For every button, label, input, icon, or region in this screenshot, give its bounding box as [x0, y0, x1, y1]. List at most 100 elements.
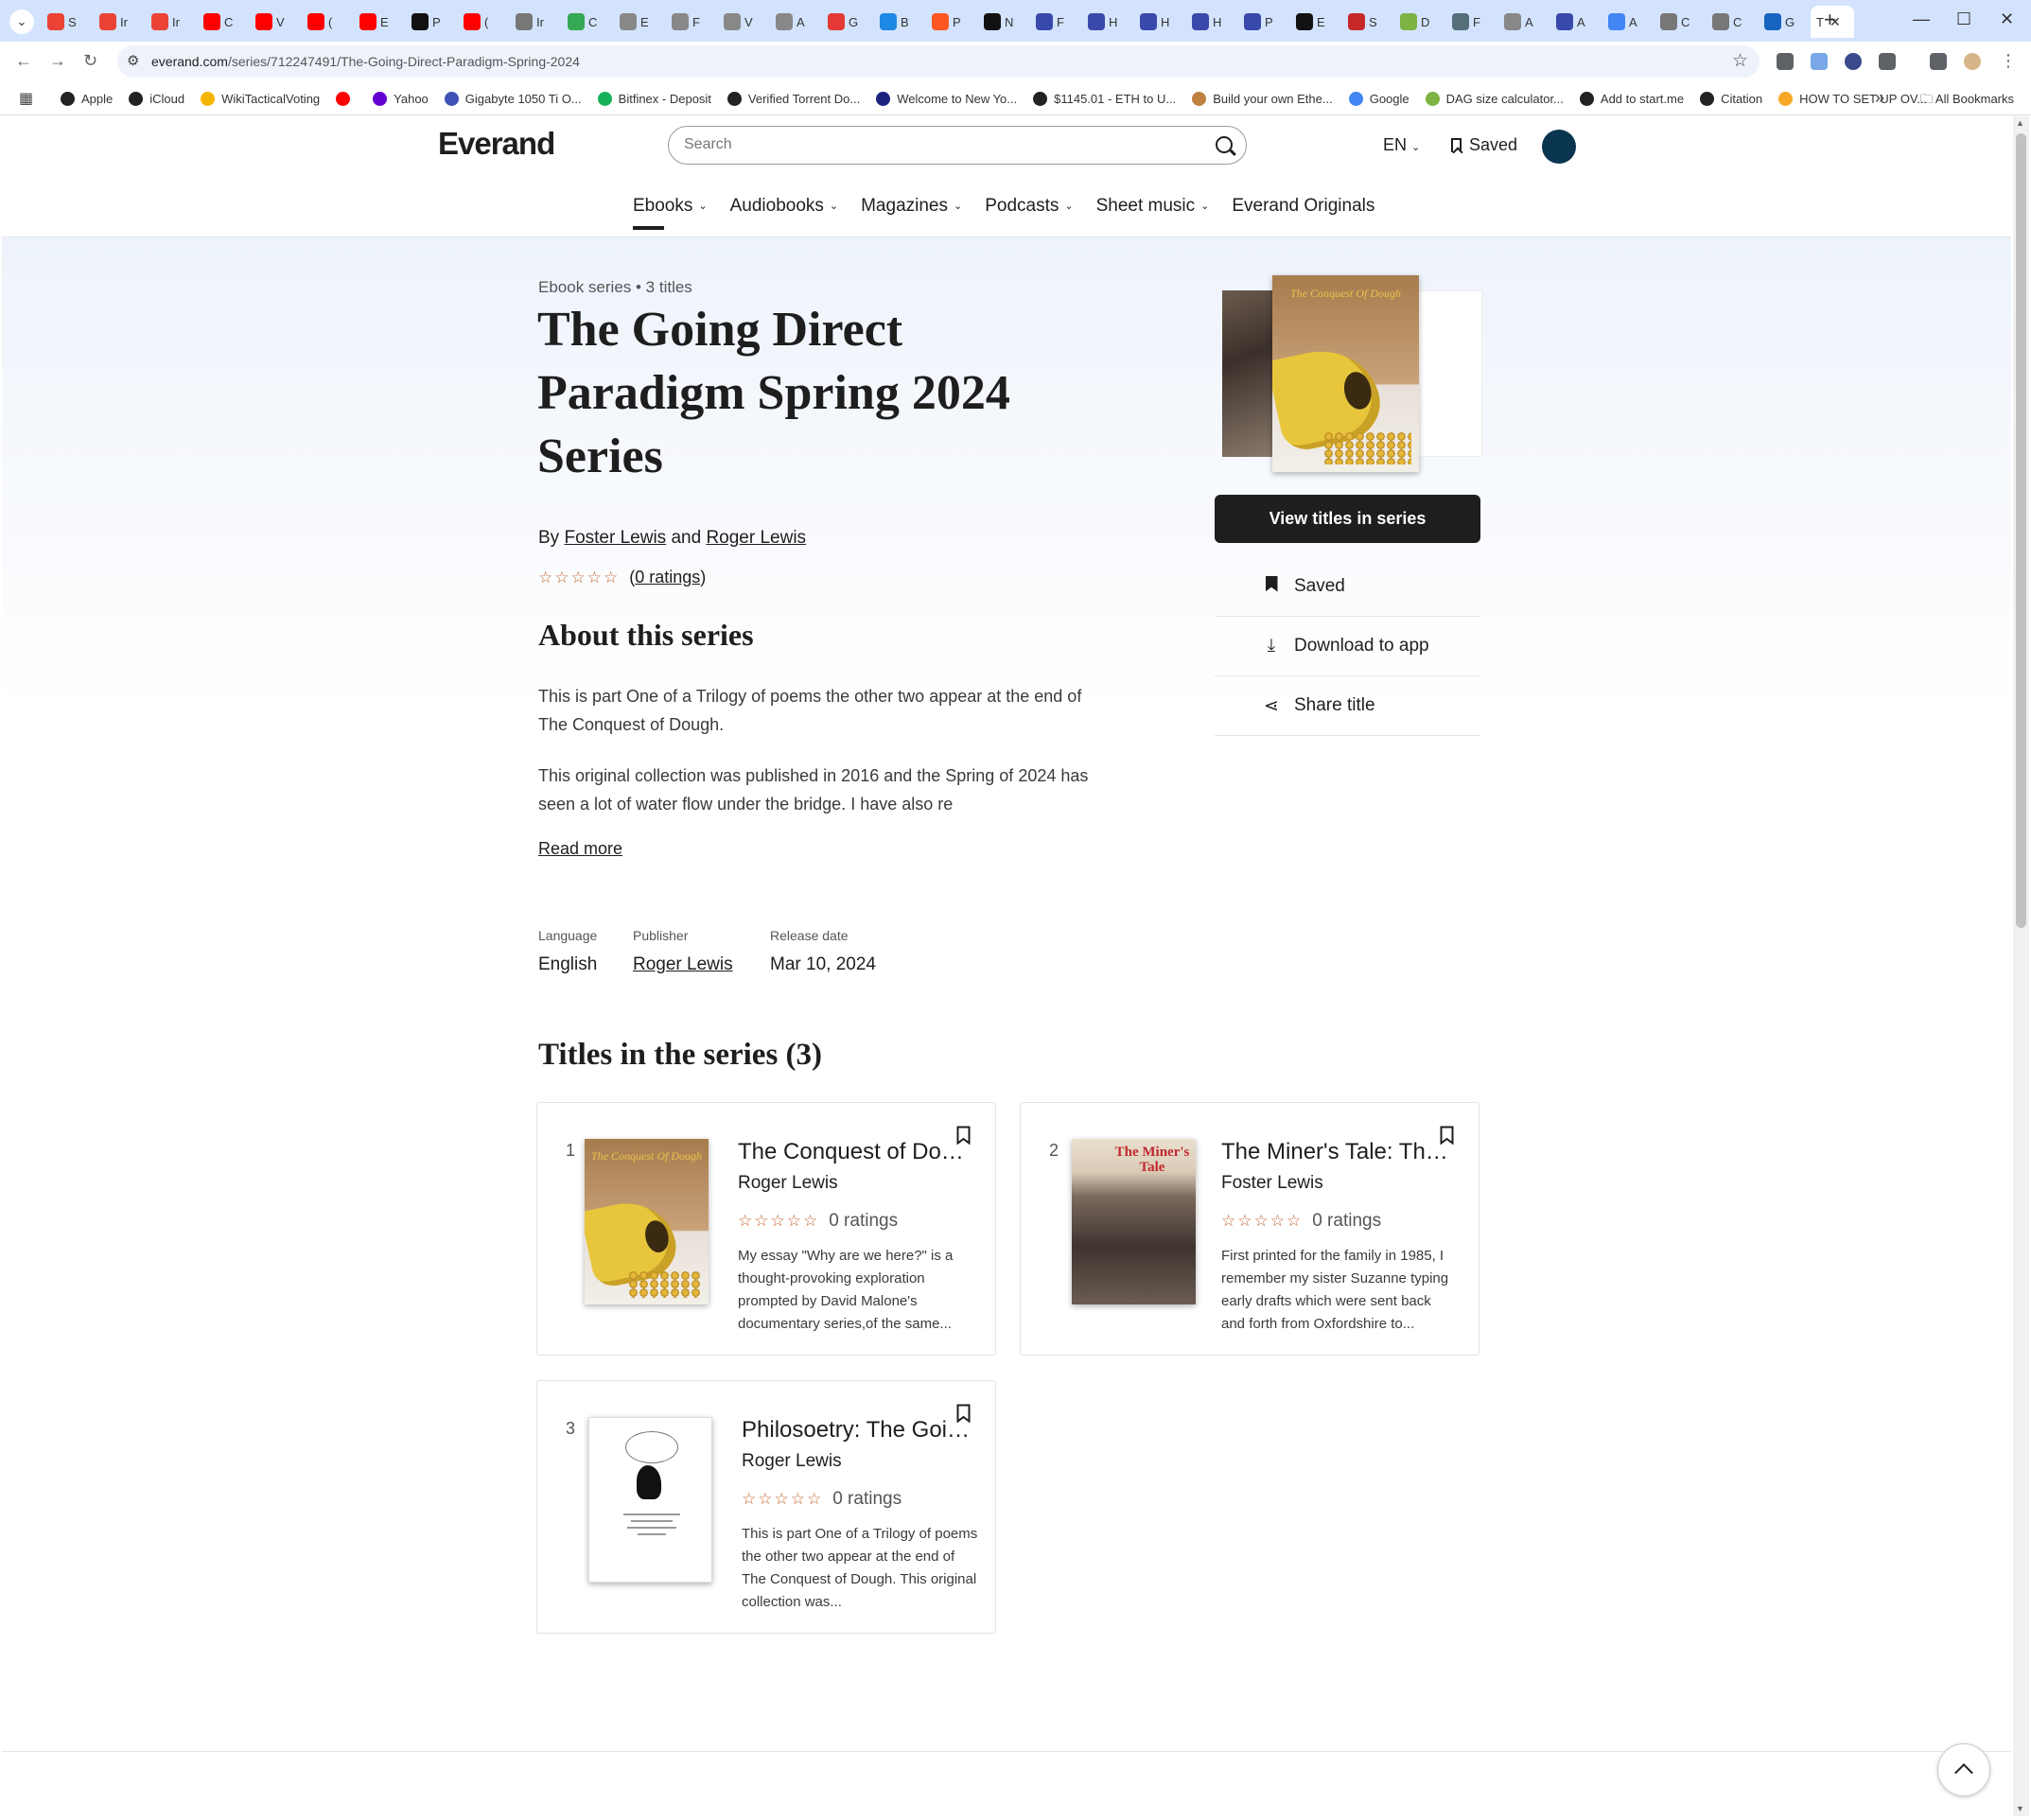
- browser-tab[interactable]: Ir: [146, 6, 198, 38]
- browser-tab[interactable]: P: [1238, 6, 1290, 38]
- browser-tab[interactable]: H: [1134, 6, 1186, 38]
- title-card[interactable]: 2 The Miner's Tale The Miner's Tale: The…: [1020, 1102, 1479, 1356]
- extension-icon[interactable]: [1777, 53, 1794, 70]
- close-window-icon[interactable]: ✕: [2000, 9, 2014, 29]
- browser-tab[interactable]: B: [874, 6, 926, 38]
- search-icon[interactable]: [1216, 136, 1233, 153]
- browser-tab[interactable]: E: [354, 6, 406, 38]
- url-text[interactable]: everand.com/series/712247491/The-Going-D…: [151, 54, 580, 69]
- site-settings-icon[interactable]: ⚙: [127, 52, 139, 69]
- author-link[interactable]: Foster Lewis: [1221, 1173, 1323, 1194]
- browser-tab[interactable]: E: [614, 6, 666, 38]
- category-tab-ebooks[interactable]: Ebooks ⌄: [633, 196, 708, 230]
- search-input[interactable]: [684, 134, 1195, 155]
- browser-tab[interactable]: V: [718, 6, 770, 38]
- book-cover[interactable]: The Conquest Of Dough: [585, 1139, 709, 1304]
- title-card[interactable]: 3 Philosoetry: The Going Direct Paradigm…: [536, 1380, 996, 1634]
- media-icon[interactable]: [1930, 53, 1947, 70]
- browser-tab[interactable]: E: [1290, 6, 1342, 38]
- bookmark-item[interactable]: Citation: [1700, 91, 1762, 106]
- bookmark-item[interactable]: Gigabyte 1050 Ti O...: [444, 91, 582, 106]
- minimize-icon[interactable]: —: [1913, 9, 1930, 29]
- browser-tab[interactable]: Ir: [510, 6, 562, 38]
- address-bar[interactable]: ⚙ everand.com/series/712247491/The-Going…: [117, 45, 1760, 78]
- browser-tab[interactable]: F: [666, 6, 718, 38]
- category-tab-magazines[interactable]: Magazines ⌄: [861, 196, 962, 230]
- bookmark-item[interactable]: Verified Torrent Do...: [727, 91, 860, 106]
- bookmark-item[interactable]: Add to start.me: [1579, 91, 1684, 106]
- author-link-roger-lewis[interactable]: Roger Lewis: [706, 528, 806, 548]
- browser-tab[interactable]: A: [1602, 6, 1655, 38]
- browser-tab[interactable]: N: [978, 6, 1030, 38]
- language-selector[interactable]: EN ⌄: [1383, 135, 1420, 155]
- profile-avatar[interactable]: [1964, 53, 1981, 70]
- bookmark-item[interactable]: DAG size calculator...: [1425, 91, 1564, 106]
- saved-link[interactable]: Saved: [1451, 135, 1517, 155]
- forward-icon[interactable]: →: [49, 51, 66, 71]
- browser-tab[interactable]: H: [1082, 6, 1134, 38]
- bookmark-item[interactable]: Apple: [61, 91, 113, 106]
- search-box[interactable]: [668, 126, 1247, 165]
- new-tab-button[interactable]: +: [1824, 8, 1836, 32]
- extensions-puzzle-icon[interactable]: [1879, 53, 1896, 70]
- back-icon[interactable]: ←: [15, 51, 32, 71]
- browser-tab[interactable]: (: [302, 6, 354, 38]
- browser-tab[interactable]: A: [1550, 6, 1602, 38]
- publisher-link[interactable]: Roger Lewis: [633, 954, 733, 975]
- browser-tab[interactable]: S: [42, 6, 94, 38]
- title-card[interactable]: 1 The Conquest Of Dough The Conquest of …: [536, 1102, 996, 1356]
- bookmark-item[interactable]: HOW TO SET UP OV...: [1778, 91, 1927, 106]
- bookmark-item[interactable]: iCloud: [129, 91, 184, 106]
- bookmark-item[interactable]: Bitfinex - Deposit: [597, 91, 711, 106]
- browser-tab[interactable]: F: [1030, 6, 1082, 38]
- share-button[interactable]: ⋖ Share title: [1215, 676, 1480, 736]
- title-link[interactable]: The Miner's Tale: The Story of a Family: [1221, 1139, 1458, 1165]
- apps-grid-icon[interactable]: ▦: [19, 89, 33, 108]
- user-avatar[interactable]: [1542, 130, 1576, 164]
- maximize-icon[interactable]: ☐: [1956, 9, 1971, 29]
- bookmark-item[interactable]: [336, 91, 357, 106]
- browser-tab[interactable]: A: [770, 6, 822, 38]
- book-cover[interactable]: [588, 1417, 712, 1583]
- bookmark-item[interactable]: Yahoo: [373, 91, 429, 106]
- author-link[interactable]: Roger Lewis: [742, 1451, 842, 1472]
- browser-tab[interactable]: (: [458, 6, 510, 38]
- bookmark-item[interactable]: Build your own Ethe...: [1192, 91, 1333, 106]
- read-more-link[interactable]: Read more: [538, 839, 622, 859]
- browser-menu-icon[interactable]: ⋮: [2000, 51, 2017, 71]
- browser-tab[interactable]: V: [250, 6, 302, 38]
- bookmark-star-icon[interactable]: ☆: [1732, 50, 1748, 72]
- bookmark-item[interactable]: Welcome to New Yo...: [876, 91, 1017, 106]
- saved-button[interactable]: Saved: [1215, 557, 1480, 617]
- back-to-top-button[interactable]: [1937, 1743, 1990, 1796]
- browser-tab[interactable]: D: [1394, 6, 1446, 38]
- scroll-down-icon[interactable]: ▼: [2016, 1804, 2024, 1813]
- browser-tab[interactable]: C: [562, 6, 614, 38]
- ratings-link[interactable]: 0 ratings: [635, 568, 700, 586]
- page-scrollbar[interactable]: ▲ ▼: [2013, 116, 2029, 1816]
- browser-tab[interactable]: G: [822, 6, 874, 38]
- category-tab-podcasts[interactable]: Podcasts ⌄: [985, 196, 1073, 230]
- everand-logo[interactable]: Everand: [438, 126, 555, 162]
- scroll-up-icon[interactable]: ▲: [2016, 118, 2024, 128]
- browser-tab[interactable]: P: [406, 6, 458, 38]
- title-link[interactable]: The Conquest of Dough: Essays on Economi…: [738, 1139, 974, 1165]
- category-tab-sheet-music[interactable]: Sheet music ⌄: [1096, 196, 1210, 230]
- view-titles-button[interactable]: View titles in series: [1215, 495, 1480, 543]
- more-bookmarks-icon[interactable]: »: [1875, 88, 1884, 108]
- book-cover[interactable]: The Miner's Tale: [1072, 1139, 1196, 1304]
- browser-tab[interactable]: S: [1342, 6, 1394, 38]
- browser-tab[interactable]: H: [1186, 6, 1238, 38]
- browser-tab[interactable]: C: [1655, 6, 1707, 38]
- author-link-foster-lewis[interactable]: Foster Lewis: [564, 528, 666, 548]
- bookmark-item[interactable]: Google: [1348, 91, 1409, 106]
- browser-tab[interactable]: F: [1446, 6, 1498, 38]
- browser-tab[interactable]: C: [198, 6, 250, 38]
- scroll-thumb[interactable]: [2016, 133, 2026, 928]
- title-link[interactable]: Philosoetry: The Going Direct Paradigm: [742, 1417, 978, 1444]
- extension-icon[interactable]: [1845, 53, 1862, 70]
- all-bookmarks-button[interactable]: 🗀 All Bookmarks: [1920, 91, 2014, 112]
- tab-search-icon[interactable]: ⌄: [9, 9, 34, 34]
- browser-tab[interactable]: Ir: [94, 6, 146, 38]
- bookmark-item[interactable]: WikiTacticalVoting: [201, 91, 320, 106]
